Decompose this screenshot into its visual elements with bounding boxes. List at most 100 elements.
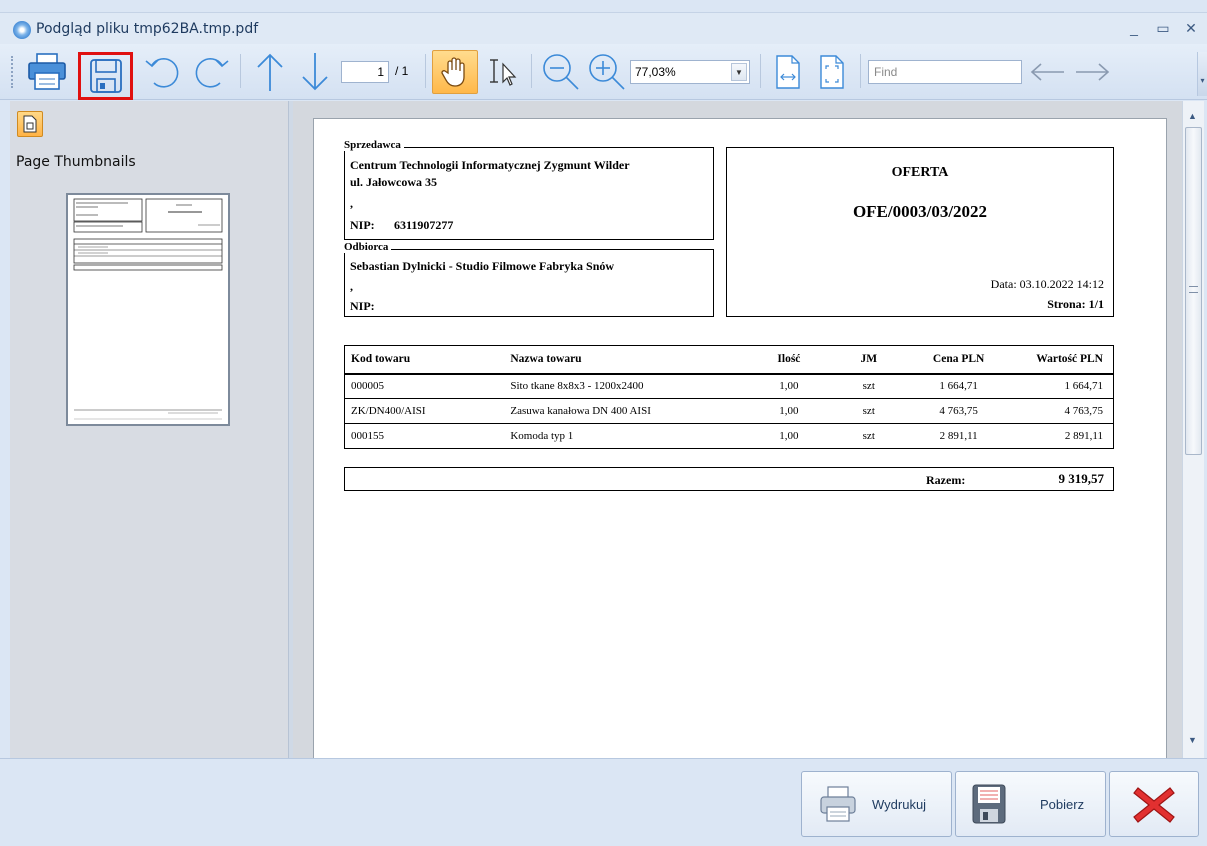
text-select-button[interactable] [482,50,526,94]
table-row: ZK/DN400/AISI Zasuwa kanałowa DN 400 AIS… [344,398,1114,424]
download-label: Pobierz [1040,797,1085,812]
find-next-button[interactable] [1072,50,1112,94]
zoom-out-icon [543,54,579,90]
zoom-in-icon [589,54,625,90]
cell-name: Zasuwa kanałowa DN 400 AISI [504,398,754,424]
total-value: 9 319,57 [1058,471,1105,486]
print-document-button[interactable]: Wydrukuj [801,771,952,837]
hand-icon [441,57,465,87]
previous-page-button[interactable] [248,50,292,94]
toolbar-separator [425,54,426,88]
items-table: Kod towaru Nazwa towaru Ilość JM Cena PL… [344,345,1114,449]
close-preview-button[interactable] [1109,771,1199,837]
thumbnail-page-icon [23,115,37,133]
cell-value: 2 891,11 [1003,423,1114,449]
cell-code: ZK/DN400/AISI [344,398,505,424]
page-total-label: / 1 [395,64,409,78]
maximize-button[interactable]: ▭ [1154,19,1172,37]
cell-price: 2 891,11 [913,423,1004,449]
fit-width-icon [776,55,800,89]
find-input[interactable]: Find [868,60,1022,84]
column-header-price: Cena PLN [913,345,1004,375]
cell-unit: szt [823,398,914,424]
cell-qty: 1,00 [753,373,824,399]
print-button[interactable] [22,50,72,94]
text-cursor-icon [490,59,517,86]
seller-name: Centrum Technologii Informatycznej Zygmu… [350,158,630,172]
arrow-up-icon [257,53,283,91]
seller-nip: 6311907277 [394,218,454,232]
arrow-right-icon [1076,63,1110,81]
zoom-value: 77,03% [635,65,676,79]
cell-unit: szt [823,423,914,449]
printer-icon [28,53,66,90]
table-row: 000005 Sito tkane 8x8x3 - 1200x2400 1,00… [344,373,1114,399]
document-type: OFERTA [891,165,949,180]
fit-page-button[interactable] [812,50,852,94]
close-window-button[interactable]: ✕ [1182,19,1200,37]
seller-legend: Sprzedawca [341,139,404,151]
cell-value: 1 664,71 [1003,373,1114,399]
table-row: 000155 Komoda typ 1 1,00 szt 2 891,11 2 … [344,423,1114,449]
find-previous-button[interactable] [1028,50,1068,94]
page-number-input[interactable]: 1 [341,61,389,83]
cell-qty: 1,00 [753,398,824,424]
title-bar: Podgląd pliku tmp62BA.tmp.pdf _ ▭ ✕ [0,12,1207,44]
document-viewer[interactable]: Sprzedawca Centrum Technologii Informaty… [293,101,1182,758]
minimize-button[interactable]: _ [1125,19,1143,37]
vertical-scrollbar[interactable]: ▲ ▼ [1182,101,1204,758]
close-x-icon [1133,787,1175,823]
cell-name: Komoda typ 1 [504,423,754,449]
app-icon [13,21,31,39]
chevron-down-icon[interactable]: ▼ [731,63,747,81]
cell-code: 000005 [344,373,505,399]
seller-nip-label: NIP: [350,218,375,232]
rotate-left-icon [145,58,179,88]
next-page-button[interactable] [293,50,337,94]
cell-value: 4 763,75 [1003,398,1114,424]
total-box [344,467,1114,491]
buyer-name: Sebastian Dylnicki - Studio Filmowe Fabr… [350,259,615,273]
cell-price: 4 763,75 [913,398,1004,424]
column-header-qty: Ilość [753,345,824,375]
cell-unit: szt [823,373,914,399]
floppy-disk-icon [89,59,122,93]
arrow-down-icon [302,53,328,91]
zoom-out-button[interactable] [538,50,584,94]
scroll-up-icon[interactable]: ▲ [1188,111,1197,121]
page-thumbnails-button[interactable] [17,111,43,137]
bottom-action-bar: Wydrukuj Pobierz [0,758,1207,846]
save-button[interactable] [78,52,133,100]
toolbar-separator [240,54,241,88]
scroll-down-icon[interactable]: ▼ [1188,735,1197,745]
column-header-name: Nazwa towaru [504,345,754,375]
page-thumbnail[interactable] [66,193,230,426]
fit-width-button[interactable] [768,50,808,94]
scrollbar-thumb[interactable] [1185,127,1202,455]
table-header-row: Kod towaru Nazwa towaru Ilość JM Cena PL… [344,345,1114,375]
zoom-in-button[interactable] [584,50,630,94]
rotate-right-button[interactable] [188,50,234,94]
page-thumbnails-label: Page Thumbnails [16,154,136,170]
rotate-left-button[interactable] [140,50,186,94]
printer-icon [820,786,856,822]
cell-name: Sito tkane 8x8x3 - 1200x2400 [504,373,754,399]
column-header-value: Wartość PLN [1003,345,1114,375]
buyer-legend: Odbiorca [341,241,392,253]
print-label: Wydrukuj [872,797,927,812]
toolbar: 1 / 1 77,03% ▼ Find ▾ [0,44,1207,100]
arrow-left-icon [1030,63,1064,81]
grip-icon [1189,286,1198,293]
document-page: Sprzedawca Centrum Technologii Informaty… [313,118,1167,758]
preview-window: Podgląd pliku tmp62BA.tmp.pdf _ ▭ ✕ 1 / … [0,0,1207,846]
hand-tool-button[interactable] [432,50,478,94]
floppy-disk-icon [972,784,1006,824]
buyer-comma: , [350,279,353,293]
download-button[interactable]: Pobierz [955,771,1106,837]
toolbar-overflow-button[interactable]: ▾ [1197,52,1207,96]
column-header-unit: JM [823,345,914,375]
window-title: Podgląd pliku tmp62BA.tmp.pdf [36,21,259,37]
buyer-nip-label: NIP: [350,299,375,313]
zoom-select[interactable]: 77,03% ▼ [630,60,750,84]
document-date: Data: 03.10.2022 14:12 [990,277,1104,291]
